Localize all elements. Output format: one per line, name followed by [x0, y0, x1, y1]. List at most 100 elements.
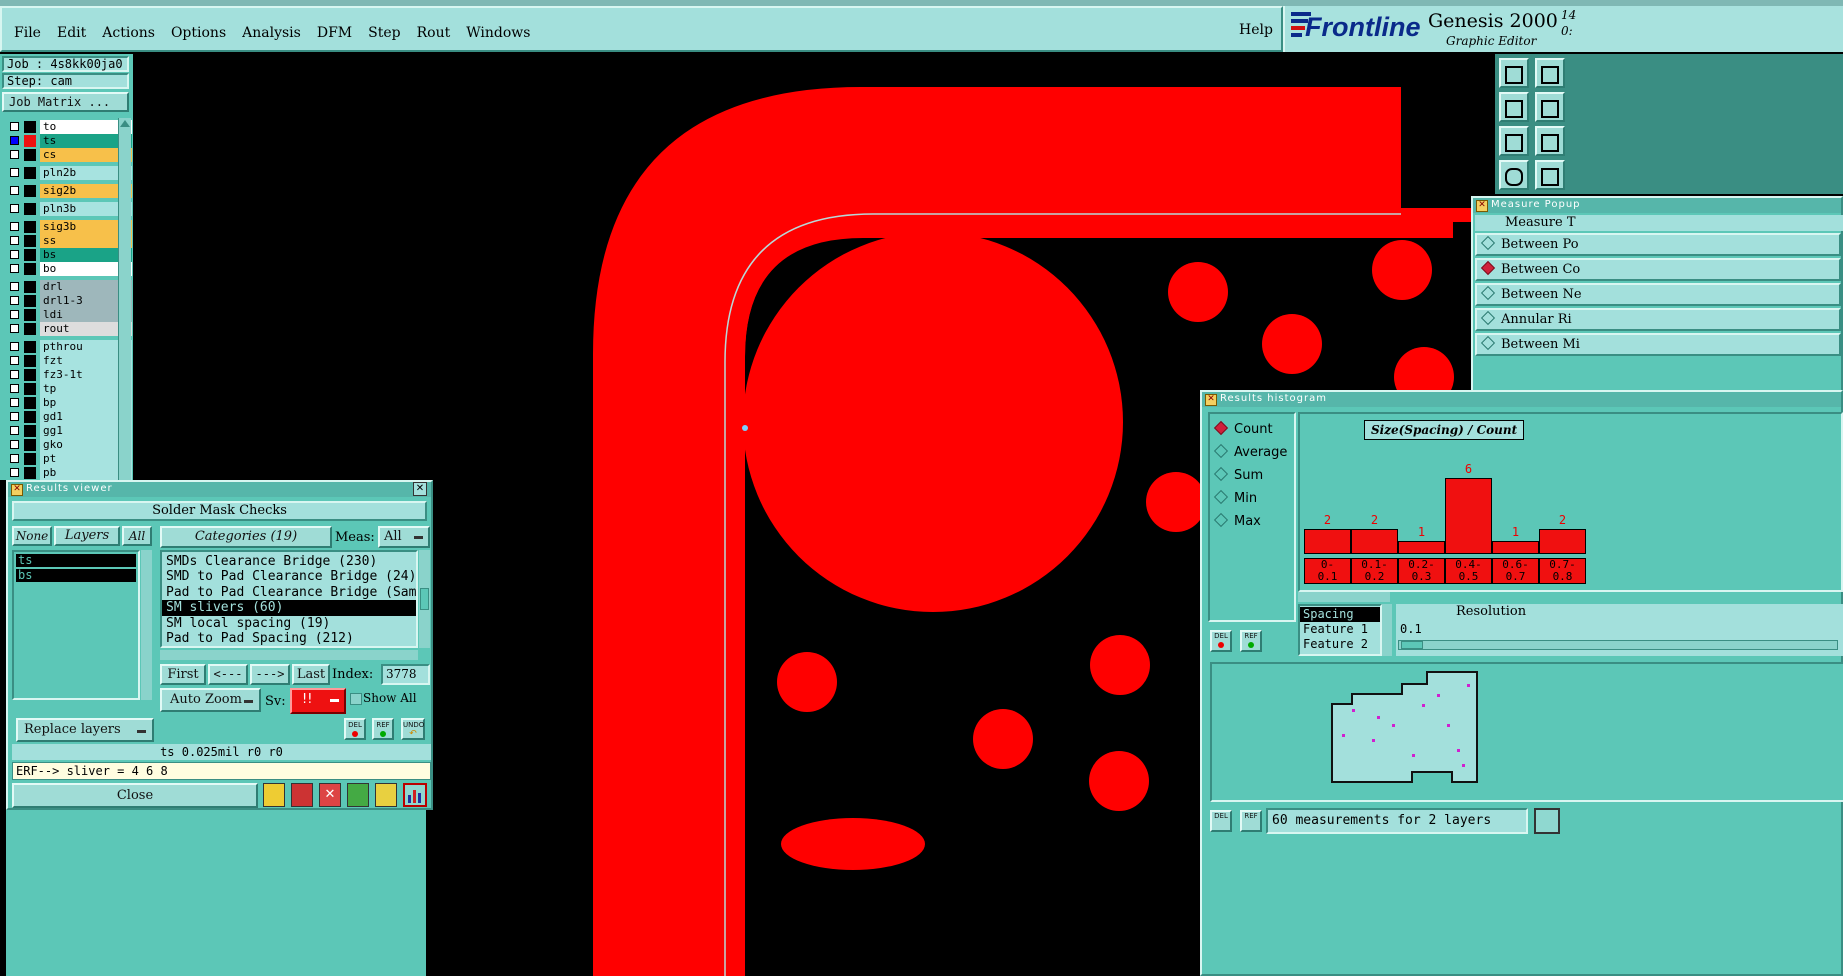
- histogram-bar[interactable]: [1398, 541, 1445, 554]
- layer-checkbox[interactable]: [10, 186, 19, 195]
- layer-row-drl[interactable]: drl: [8, 280, 132, 294]
- preview-ref-button[interactable]: REF: [1240, 810, 1262, 832]
- menu-analysis[interactable]: Analysis: [242, 25, 301, 41]
- close-icon[interactable]: ✕: [413, 482, 427, 496]
- report-tool-icon[interactable]: [347, 783, 369, 807]
- layer-color-swatch[interactable]: [24, 439, 36, 451]
- layer-color-swatch[interactable]: [24, 185, 36, 197]
- layer-checkbox[interactable]: [10, 384, 19, 393]
- pan-left-icon[interactable]: [1499, 92, 1529, 122]
- layer-row-pthrou[interactable]: pthrou: [8, 340, 132, 354]
- layer-row-cs[interactable]: cs: [8, 148, 132, 162]
- histogram-bar[interactable]: [1492, 541, 1539, 554]
- export-icon[interactable]: [1534, 808, 1560, 834]
- categories-scrollbar[interactable]: [419, 550, 430, 648]
- rv-layer-item[interactable]: bs: [16, 569, 136, 582]
- layer-color-swatch[interactable]: [24, 295, 36, 307]
- attribute-scrollbar[interactable]: [1382, 604, 1392, 656]
- pan-right-icon[interactable]: [1535, 92, 1565, 122]
- attribute-item[interactable]: Feature 1: [1300, 622, 1380, 637]
- menu-rout[interactable]: Rout: [417, 25, 451, 41]
- layer-checkbox[interactable]: [10, 282, 19, 291]
- histogram-mode-option[interactable]: Min: [1210, 487, 1294, 510]
- menu-edit[interactable]: Edit: [57, 25, 86, 41]
- histogram-bar[interactable]: [1304, 529, 1351, 554]
- index-input[interactable]: 3778: [381, 664, 430, 685]
- layer-color-swatch[interactable]: [24, 149, 36, 161]
- category-item[interactable]: Pad to Pad Spacing (212): [162, 631, 416, 646]
- rv-layer-scrollbar[interactable]: [141, 550, 152, 700]
- category-item[interactable]: Pad to Pad Clearance Bridge (Same: [162, 585, 416, 600]
- menu-step[interactable]: Step: [368, 25, 400, 41]
- layer-checkbox[interactable]: [10, 440, 19, 449]
- resolution-slider[interactable]: [1398, 640, 1838, 650]
- layer-row-rout[interactable]: rout: [8, 322, 132, 336]
- attribute-item[interactable]: Feature 2: [1300, 637, 1380, 652]
- menu-windows[interactable]: Windows: [466, 25, 530, 41]
- histogram-mode-option[interactable]: Sum: [1210, 464, 1294, 487]
- layer-color-swatch[interactable]: [24, 121, 36, 133]
- histogram-mode-option[interactable]: Count: [1210, 418, 1294, 441]
- layer-row-bs[interactable]: bs: [8, 248, 132, 262]
- layer-checkbox[interactable]: [10, 168, 19, 177]
- show-all-checkbox[interactable]: [350, 693, 362, 705]
- layer-color-swatch[interactable]: [24, 383, 36, 395]
- histogram-tool-icon[interactable]: [403, 783, 427, 807]
- layer-color-swatch[interactable]: [24, 355, 36, 367]
- layer-checkbox[interactable]: [10, 468, 19, 477]
- histogram-bar[interactable]: [1445, 478, 1492, 554]
- histogram-mode-option[interactable]: Average: [1210, 441, 1294, 464]
- select-tool-icon[interactable]: [291, 783, 313, 807]
- layer-checkbox[interactable]: [10, 398, 19, 407]
- del-button[interactable]: DEL: [344, 718, 366, 740]
- layer-checkbox[interactable]: [10, 122, 19, 131]
- layer-checkbox[interactable]: [10, 324, 19, 333]
- layer-tool-icon[interactable]: [263, 783, 285, 807]
- attribute-list[interactable]: Spacing Feature 1 Feature 2: [1298, 604, 1382, 656]
- layer-color-swatch[interactable]: [24, 425, 36, 437]
- window-menu-icon[interactable]: ✕: [1476, 200, 1488, 212]
- attribute-item[interactable]: Spacing: [1300, 607, 1380, 622]
- category-item[interactable]: SM local spacing (19): [162, 616, 416, 631]
- grid-icon[interactable]: [1535, 160, 1565, 190]
- layer-color-swatch[interactable]: [24, 221, 36, 233]
- layer-checkbox[interactable]: [10, 222, 19, 231]
- all-button[interactable]: All: [122, 526, 152, 546]
- measure-option[interactable]: Between Co: [1475, 258, 1841, 281]
- ref-button[interactable]: REF: [372, 718, 394, 740]
- none-button[interactable]: None: [12, 526, 52, 546]
- histogram-mode-option[interactable]: Max: [1210, 510, 1294, 533]
- first-button[interactable]: First: [160, 664, 206, 685]
- layer-row-drl1-3[interactable]: drl1-3: [8, 294, 132, 308]
- measure-option[interactable]: Annular Ri: [1475, 308, 1841, 331]
- layer-row-sig2b[interactable]: sig2b: [8, 184, 132, 198]
- measure-option[interactable]: Between Mi: [1475, 333, 1841, 356]
- layer-color-swatch[interactable]: [24, 309, 36, 321]
- layer-row-ldi[interactable]: ldi: [8, 308, 132, 322]
- layer-row-ss[interactable]: ss: [8, 234, 132, 248]
- layer-color-swatch[interactable]: [24, 235, 36, 247]
- layer-color-swatch[interactable]: [24, 203, 36, 215]
- histogram-hscrollbar[interactable]: [1298, 592, 1390, 602]
- layer-color-swatch[interactable]: [24, 369, 36, 381]
- layer-row-gg1[interactable]: gg1: [8, 424, 132, 438]
- menu-help[interactable]: Help: [1239, 22, 1273, 38]
- undo-button[interactable]: UNDO ↶: [401, 718, 425, 740]
- window-menu-icon[interactable]: ✕: [11, 484, 23, 496]
- hist-del-button[interactable]: DEL: [1210, 630, 1232, 652]
- layer-checkbox[interactable]: [10, 342, 19, 351]
- zoom-fit-icon[interactable]: [1535, 58, 1565, 88]
- categories-list[interactable]: SMDs Clearance Bridge (230) SMD to Pad Cl…: [160, 550, 418, 648]
- layers-button[interactable]: Layers: [54, 526, 120, 546]
- histogram-bar[interactable]: [1539, 529, 1586, 554]
- zoom-home-icon[interactable]: [1499, 58, 1529, 88]
- layer-color-swatch[interactable]: [24, 467, 36, 479]
- close-button[interactable]: Close: [12, 783, 258, 808]
- layer-row-sig3b[interactable]: sig3b: [8, 220, 132, 234]
- category-item[interactable]: SM slivers (60): [162, 600, 416, 616]
- layer-checkbox[interactable]: [10, 250, 19, 259]
- layer-row-bo[interactable]: bo: [8, 262, 132, 276]
- rv-layer-list[interactable]: ts bs: [12, 550, 140, 700]
- layer-checkbox[interactable]: [10, 204, 19, 213]
- layer-row-ts[interactable]: ts: [8, 134, 132, 148]
